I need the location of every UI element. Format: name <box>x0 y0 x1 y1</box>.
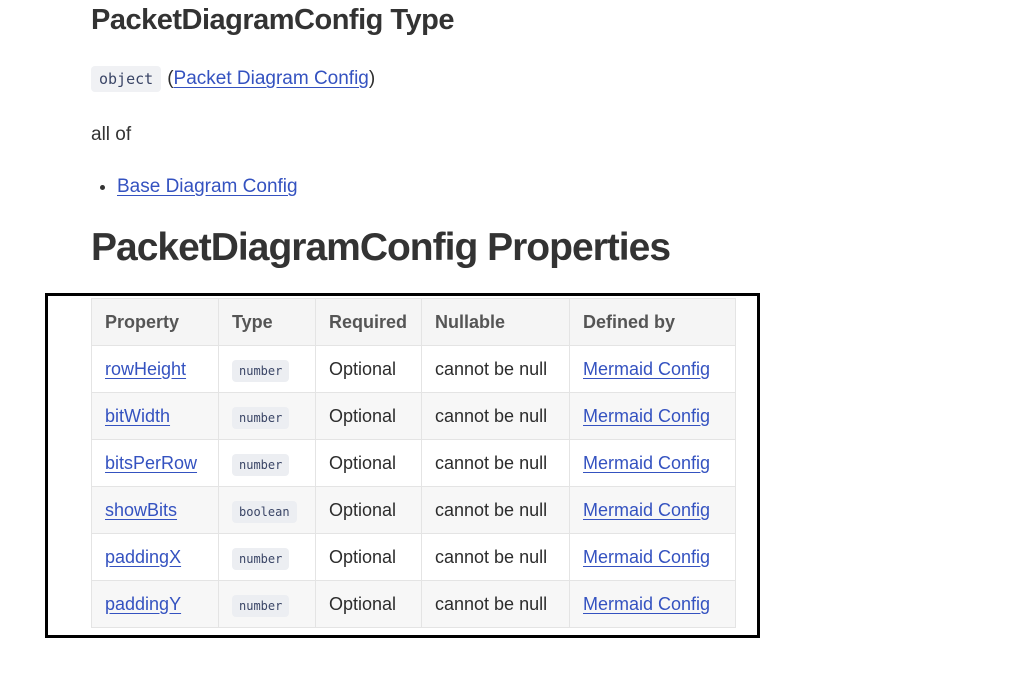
nullable-cell: cannot be null <box>421 486 570 534</box>
header-defined-by: Defined by <box>569 298 736 346</box>
defined-by-link[interactable]: Mermaid Config <box>583 547 710 567</box>
property-link[interactable]: bitWidth <box>105 406 170 426</box>
table-row: bitsPerRow number Optional cannot be nul… <box>91 439 736 487</box>
property-link[interactable]: showBits <box>105 500 177 520</box>
property-link[interactable]: paddingX <box>105 547 181 567</box>
nullable-cell: cannot be null <box>421 439 570 487</box>
required-cell: Optional <box>315 392 422 440</box>
type-badge: number <box>232 453 290 476</box>
type-heading: PacketDiagramConfig Type <box>91 4 454 36</box>
nullable-cell: cannot be null <box>421 392 570 440</box>
defined-by-link[interactable]: Mermaid Config <box>583 359 710 379</box>
nullable-cell: cannot be null <box>421 533 570 581</box>
table-header-row: Property Type Required Nullable Defined … <box>91 298 736 346</box>
type-code: object <box>91 66 162 92</box>
header-type: Type <box>218 298 316 346</box>
type-badge: number <box>232 594 290 617</box>
header-nullable: Nullable <box>421 298 570 346</box>
required-cell: Optional <box>315 486 422 534</box>
nullable-cell: cannot be null <box>421 580 570 628</box>
properties-table: Property Type Required Nullable Defined … <box>91 298 736 628</box>
table-row: bitWidth number Optional cannot be null … <box>91 392 736 440</box>
table-row: showBits boolean Optional cannot be null… <box>91 486 736 534</box>
property-link[interactable]: rowHeight <box>105 359 186 379</box>
required-cell: Optional <box>315 533 422 581</box>
type-badge: boolean <box>232 500 297 523</box>
base-diagram-config-link[interactable]: Base Diagram Config <box>117 176 298 197</box>
all-of-label: all of <box>91 124 132 145</box>
table-row: rowHeight number Optional cannot be null… <box>91 345 736 393</box>
type-badge: number <box>232 359 290 382</box>
property-link[interactable]: bitsPerRow <box>105 453 197 473</box>
all-of-list: Base Diagram Config <box>91 176 298 198</box>
header-property: Property <box>91 298 219 346</box>
table-row: paddingX number Optional cannot be null … <box>91 533 736 581</box>
packet-diagram-config-link[interactable]: Packet Diagram Config <box>174 68 369 90</box>
defined-by-link[interactable]: Mermaid Config <box>583 500 710 520</box>
paren-close: ) <box>368 68 376 89</box>
nullable-cell: cannot be null <box>421 345 570 393</box>
required-cell: Optional <box>315 439 422 487</box>
defined-by-link[interactable]: Mermaid Config <box>583 594 710 614</box>
header-required: Required <box>315 298 422 346</box>
type-badge: number <box>232 406 290 429</box>
property-link[interactable]: paddingY <box>105 594 181 614</box>
type-line: object ( Packet Diagram Config ) <box>91 66 375 92</box>
required-cell: Optional <box>315 580 422 628</box>
properties-heading: PacketDiagramConfig Properties <box>91 226 671 269</box>
defined-by-link[interactable]: Mermaid Config <box>583 453 710 473</box>
list-item: Base Diagram Config <box>117 176 298 198</box>
defined-by-link[interactable]: Mermaid Config <box>583 406 710 426</box>
type-badge: number <box>232 547 290 570</box>
table-row: paddingY number Optional cannot be null … <box>91 580 736 628</box>
required-cell: Optional <box>315 345 422 393</box>
